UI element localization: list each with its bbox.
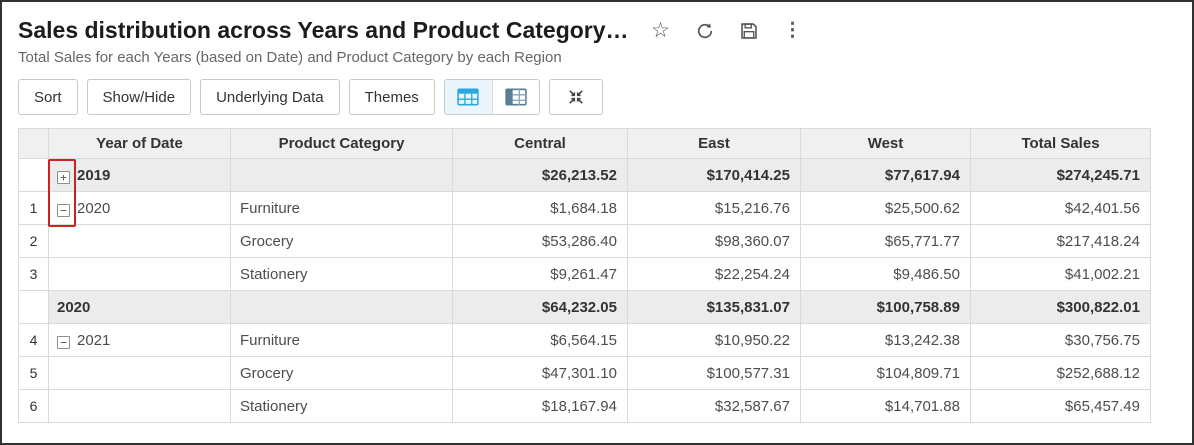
total-value: $41,002.21 — [971, 258, 1151, 291]
show-hide-button[interactable]: Show/Hide — [87, 79, 192, 115]
east-value: $135,831.07 — [628, 291, 801, 324]
east-value: $170,414.25 — [628, 159, 801, 192]
themes-button[interactable]: Themes — [349, 79, 435, 115]
grid-view-icon[interactable] — [445, 80, 492, 114]
year-cell: 2020 — [77, 200, 110, 217]
save-icon[interactable] — [739, 20, 759, 42]
title-actions: ☆ ⋮ — [651, 20, 803, 42]
table-row: 2 Grocery $53,286.40 $98,360.07 $65,771.… — [19, 225, 1151, 258]
expand-toggle[interactable]: + — [57, 171, 70, 184]
header-bar: Sales distribution across Years and Prod… — [18, 17, 1176, 44]
category-cell: Stationery — [231, 390, 453, 423]
sort-button[interactable]: Sort — [18, 79, 78, 115]
row-number: 6 — [19, 390, 49, 423]
central-value: $1,684.18 — [453, 192, 628, 225]
category-cell — [231, 159, 453, 192]
report-window: Sales distribution across Years and Prod… — [0, 0, 1194, 445]
column-header-year: Year of Date — [49, 129, 231, 159]
refresh-icon[interactable] — [695, 20, 715, 42]
column-header-total: Total Sales — [971, 129, 1151, 159]
central-value: $9,261.47 — [453, 258, 628, 291]
year-cell — [49, 390, 231, 423]
category-cell: Grocery — [231, 225, 453, 258]
column-header-category: Product Category — [231, 129, 453, 159]
category-cell: Grocery — [231, 357, 453, 390]
west-value: $9,486.50 — [801, 258, 971, 291]
favorite-star-icon[interactable]: ☆ — [651, 20, 671, 42]
west-value: $13,242.38 — [801, 324, 971, 357]
central-value: $6,564.15 — [453, 324, 628, 357]
west-value: $25,500.62 — [801, 192, 971, 225]
central-value: $18,167.94 — [453, 390, 628, 423]
collapse-all-button[interactable] — [549, 79, 603, 115]
collapse-toggle[interactable]: − — [57, 336, 70, 349]
east-value: $15,216.76 — [628, 192, 801, 225]
row-number: 3 — [19, 258, 49, 291]
collapse-arrows-icon — [567, 88, 585, 106]
west-value: $100,758.89 — [801, 291, 971, 324]
total-value: $30,756.75 — [971, 324, 1151, 357]
row-number: 5 — [19, 357, 49, 390]
total-value: $274,245.71 — [971, 159, 1151, 192]
table-row: +2019 $26,213.52 $170,414.25 $77,617.94 … — [19, 159, 1151, 192]
east-value: $10,950.22 — [628, 324, 801, 357]
column-header-central: Central — [453, 129, 628, 159]
corner-header — [19, 129, 49, 159]
report-description: Total Sales for each Years (based on Dat… — [18, 49, 1176, 66]
east-value: $32,587.67 — [628, 390, 801, 423]
pivot-table: Year of Date Product Category Central Ea… — [18, 128, 1150, 423]
total-value: $65,457.49 — [971, 390, 1151, 423]
underlying-data-button[interactable]: Underlying Data — [200, 79, 340, 115]
east-value: $98,360.07 — [628, 225, 801, 258]
row-number — [19, 291, 49, 324]
toolbar: Sort Show/Hide Underlying Data Themes — [18, 79, 1176, 115]
year-cell — [49, 258, 231, 291]
year-cell: 2020 — [49, 291, 231, 324]
pivot-view-icon[interactable] — [492, 80, 539, 114]
west-value: $77,617.94 — [801, 159, 971, 192]
table-row: 5 Grocery $47,301.10 $100,577.31 $104,80… — [19, 357, 1151, 390]
page-title: Sales distribution across Years and Prod… — [18, 17, 629, 44]
table-row: 3 Stationery $9,261.47 $22,254.24 $9,486… — [19, 258, 1151, 291]
more-options-icon[interactable]: ⋮ — [783, 20, 803, 42]
category-cell: Furniture — [231, 192, 453, 225]
header-row: Year of Date Product Category Central Ea… — [19, 129, 1151, 159]
view-switcher — [444, 79, 540, 115]
central-value: $64,232.05 — [453, 291, 628, 324]
row-number: 2 — [19, 225, 49, 258]
collapse-toggle[interactable]: − — [57, 204, 70, 217]
west-value: $14,701.88 — [801, 390, 971, 423]
total-value: $252,688.12 — [971, 357, 1151, 390]
row-number: 1 — [19, 192, 49, 225]
category-cell — [231, 291, 453, 324]
table-row: 6 Stationery $18,167.94 $32,587.67 $14,7… — [19, 390, 1151, 423]
row-number — [19, 159, 49, 192]
west-value: $104,809.71 — [801, 357, 971, 390]
central-value: $26,213.52 — [453, 159, 628, 192]
category-cell: Stationery — [231, 258, 453, 291]
column-header-west: West — [801, 129, 971, 159]
central-value: $53,286.40 — [453, 225, 628, 258]
west-value: $65,771.77 — [801, 225, 971, 258]
east-value: $100,577.31 — [628, 357, 801, 390]
table-row: 4 −2021 Furniture $6,564.15 $10,950.22 $… — [19, 324, 1151, 357]
row-number: 4 — [19, 324, 49, 357]
east-value: $22,254.24 — [628, 258, 801, 291]
total-value: $42,401.56 — [971, 192, 1151, 225]
table-row: 1 −2020 Furniture $1,684.18 $15,216.76 $… — [19, 192, 1151, 225]
year-cell — [49, 357, 231, 390]
total-value: $300,822.01 — [971, 291, 1151, 324]
year-cell: 2019 — [77, 167, 110, 184]
central-value: $47,301.10 — [453, 357, 628, 390]
subtotal-row: 2020 $64,232.05 $135,831.07 $100,758.89 … — [19, 291, 1151, 324]
total-value: $217,418.24 — [971, 225, 1151, 258]
category-cell: Furniture — [231, 324, 453, 357]
year-cell: 2021 — [77, 332, 110, 349]
year-cell — [49, 225, 231, 258]
column-header-east: East — [628, 129, 801, 159]
